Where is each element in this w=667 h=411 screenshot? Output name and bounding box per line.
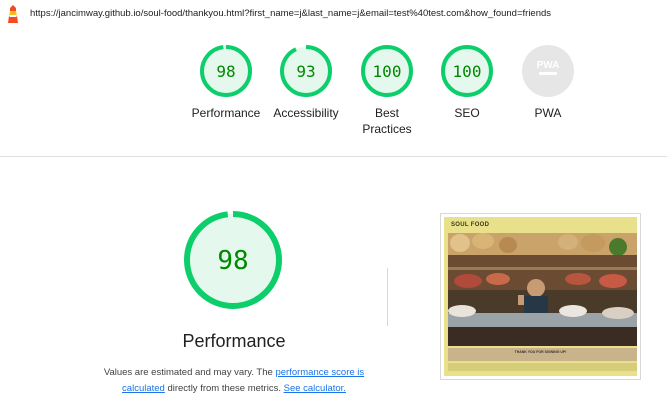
performance-gauge: 98 — [182, 209, 284, 316]
performance-description: Values are estimated and may vary. The p… — [96, 365, 372, 397]
gauge-seo-label: SEO — [454, 106, 480, 120]
page-url[interactable]: https://jancimway.github.io/soul-food/th… — [30, 8, 551, 19]
gauge-accessibility-ring: 93 — [280, 45, 332, 97]
performance-title: Performance — [182, 331, 286, 351]
gauge-best-practices[interactable]: 100 Best Practices — [345, 43, 429, 137]
screenshot-thanks-text: THANK YOU FOR SIGNING UP! — [514, 350, 567, 354]
performance-gauge-ring: 98 — [184, 211, 282, 309]
summary-gauges: 98 Performance 93 Accessibility 100 Best… — [0, 29, 667, 157]
gauge-accessibility-label: Accessibility — [273, 106, 339, 120]
gauge-pwa-label: PWA — [534, 106, 562, 120]
see-calculator-link[interactable]: See calculator. — [284, 383, 346, 394]
vertical-divider — [387, 268, 388, 326]
pwa-badge-text: PWA — [537, 60, 560, 71]
pwa-badge-icon: PWA — [522, 45, 574, 97]
gauge-seo-score: 100 — [453, 62, 482, 81]
screenshot-site-title: SOUL FOOD — [451, 222, 490, 228]
performance-score: 98 — [217, 246, 248, 276]
section-divider — [0, 156, 667, 157]
gauge-best-practices-ring: 100 — [361, 45, 413, 97]
final-screenshot[interactable]: SOUL FOOD THANK YOU FOR SIGNING UP! — [440, 213, 641, 380]
gauge-accessibility-score: 93 — [296, 62, 315, 81]
gauge-accessibility[interactable]: 93 Accessibility — [264, 43, 348, 121]
gauge-performance[interactable]: 98 Performance — [184, 43, 268, 121]
url-bar: https://jancimway.github.io/soul-food/th… — [0, 0, 667, 29]
screenshot-frame: SOUL FOOD THANK YOU FOR SIGNING UP! — [444, 217, 637, 376]
gauge-performance-score: 98 — [216, 62, 235, 81]
gauge-best-practices-score: 100 — [373, 62, 402, 81]
screenshot-photo — [448, 233, 637, 346]
gauge-performance-ring: 98 — [200, 45, 252, 97]
gauge-seo[interactable]: 100 SEO — [425, 43, 509, 121]
gauge-pwa[interactable]: PWA PWA — [506, 43, 590, 121]
screenshot-footer — [448, 363, 637, 371]
gauge-seo-ring: 100 — [441, 45, 493, 97]
desc-prefix: Values are estimated and may vary. The — [103, 367, 276, 378]
gauge-best-practices-label: Best Practices — [362, 106, 412, 136]
desc-middle: directly from these metrics. — [164, 383, 284, 394]
lighthouse-icon — [8, 5, 18, 23]
gauge-performance-label: Performance — [191, 106, 261, 120]
